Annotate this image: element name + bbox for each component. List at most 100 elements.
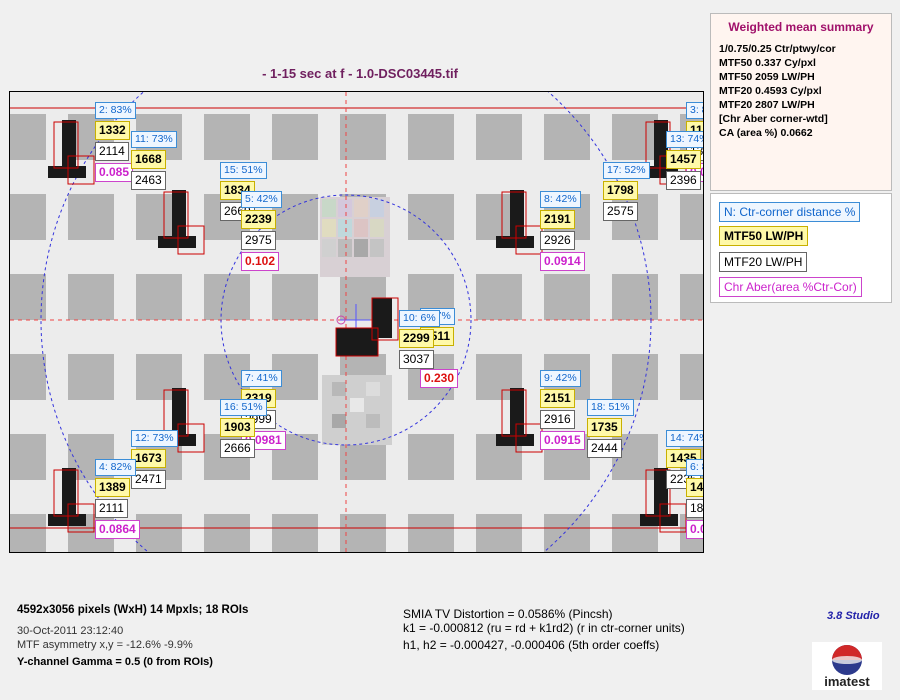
- roi-m50: 2239: [241, 210, 276, 229]
- chart-square: [204, 114, 250, 160]
- roi-m50: 1457: [666, 150, 701, 169]
- chart-square: [10, 354, 46, 400]
- chart-square: [408, 114, 454, 160]
- image-title: - 1-15 sec at f - 1.0-DSC03445.tif: [262, 66, 458, 81]
- roi-ca: 0.0806: [686, 520, 703, 539]
- chart-square: [272, 114, 318, 160]
- chart-square: [204, 514, 250, 552]
- roi-ca: 0.085: [95, 163, 134, 182]
- test-chart-image[interactable]: 2: 83% 1332 2114 0.085 11: 73% 1668 2463 15: 51…: [9, 91, 704, 553]
- gamma-info: Y-channel Gamma = 0.5 (0 from ROIs): [17, 656, 213, 668]
- roi-m20: 2926: [540, 231, 575, 250]
- roi-ca: 0.0914: [540, 252, 585, 271]
- summary-line: MTF20 0.4593 Cy/pxl: [719, 85, 822, 97]
- chart-square: [272, 514, 318, 552]
- roi-n: 5: 42%: [241, 191, 282, 208]
- chart-square: [340, 114, 386, 160]
- roi-m50: 1332: [95, 121, 130, 140]
- chart-square: [680, 194, 703, 240]
- roi-m50: 1673: [131, 449, 166, 468]
- imatest-logo: imatest: [812, 642, 882, 690]
- center-color-patches: [320, 197, 390, 277]
- roi-m20: 2975: [241, 231, 276, 250]
- chart-square: [544, 114, 590, 160]
- svg-text:imatest: imatest: [824, 674, 870, 689]
- roi-m20: 1853: [686, 499, 703, 518]
- weighted-mean-summary-panel: Weighted mean summary 1/0.75/0.25 Ctr/pt…: [710, 13, 892, 191]
- chart-square: [10, 274, 46, 320]
- roi-n: 6: 83%: [686, 459, 703, 476]
- asymmetry-info: MTF asymmetry x,y = -12.6% -9.9%: [17, 639, 193, 651]
- roi-n: 15: 51%: [220, 162, 267, 179]
- roi-m20: 2111: [95, 499, 128, 518]
- roi-m50: 1668: [131, 150, 166, 169]
- chart-square: [680, 354, 703, 400]
- roi-m20: 2396: [666, 171, 701, 190]
- roi-ca: 0.102: [241, 252, 280, 271]
- chart-square: [272, 274, 318, 320]
- version-label: 3.8 Studio: [827, 610, 880, 622]
- roi-n: 14: 74%: [666, 430, 703, 447]
- roi-n: 8: 42%: [540, 191, 581, 208]
- legend-distance: N: Ctr-corner distance %: [719, 202, 861, 222]
- chart-square: [476, 514, 522, 552]
- chart-square: [10, 514, 46, 552]
- roi-m50: 1416: [686, 478, 703, 497]
- roi-m20: 2463: [131, 171, 166, 190]
- roi-n: 7: 41%: [241, 370, 282, 387]
- distortion-info: SMIA TV Distortion = 0.0586% (Pincsh): [403, 607, 613, 621]
- roi-m20: 2471: [131, 470, 166, 489]
- roi-n: 9: 42%: [540, 370, 581, 387]
- roi-n: 10: 6%: [399, 310, 440, 327]
- roi-n: 17: 52%: [603, 162, 650, 179]
- summary-line: CA (area %) 0.0662: [719, 127, 813, 139]
- roi-m50: 2191: [540, 210, 575, 229]
- summary-line: MTF50 0.337 Cy/pxl: [719, 57, 816, 69]
- chart-square: [612, 354, 658, 400]
- chart-square: [10, 114, 46, 160]
- chart-square: [408, 514, 454, 552]
- chart-square: [476, 274, 522, 320]
- chart-square: [136, 514, 182, 552]
- summary-title: Weighted mean summary: [728, 20, 874, 34]
- roi-n: 16: 51%: [220, 399, 267, 416]
- roi-m50: 1735: [587, 418, 622, 437]
- roi-m20: 2575: [603, 202, 638, 221]
- chart-square: [68, 354, 114, 400]
- chart-square: [476, 114, 522, 160]
- chart-square: [10, 434, 46, 480]
- legend-panel: N: Ctr-corner distance % MTF50 LW/PH MTF…: [710, 193, 892, 303]
- roi-m20: 2114: [95, 142, 129, 161]
- roi-m20: 3037: [399, 350, 434, 369]
- roi-ca: 0.230: [420, 369, 459, 388]
- roi-n: 12: 73%: [131, 430, 178, 447]
- roi-m20: 2916: [540, 410, 575, 429]
- roi-n: 3: 84%: [686, 102, 703, 119]
- roi-ca: 0.0915: [540, 431, 585, 450]
- legend-mtf50: MTF50 LW/PH: [719, 226, 809, 246]
- roi-m20: 2666: [220, 439, 255, 458]
- roi-n: 11: 73%: [131, 131, 177, 148]
- roi-m50: 1389: [95, 478, 130, 497]
- roi-n: 4: 82%: [95, 459, 136, 476]
- chart-square: [612, 114, 658, 160]
- pixel-info: 4592x3056 pixels (WxH) 14 Mpxls; 18 ROIs: [17, 604, 249, 616]
- chart-square: [408, 434, 454, 480]
- legend-ca: Chr Aber(area %Ctr-Cor): [719, 277, 862, 297]
- chart-square: [10, 194, 46, 240]
- chart-square: [68, 274, 114, 320]
- legend-mtf20: MTF20 LW/PH: [719, 252, 808, 272]
- chart-square: [68, 194, 114, 240]
- date-info: 30-Oct-2011 23:12:40: [17, 625, 124, 637]
- roi-n: 13: 74%: [666, 131, 703, 148]
- summary-line: 1/0.75/0.25 Ctr/ptwy/cor: [719, 43, 836, 55]
- chart-square: [408, 194, 454, 240]
- roi-m50: 1798: [603, 181, 638, 200]
- chart-square: [136, 274, 182, 320]
- roi-m20: 2444: [587, 439, 622, 458]
- center-gray-patches: [322, 375, 392, 445]
- roi-m50: 2299: [399, 329, 434, 348]
- summary-line: [Chr Aber corner-wtd]: [719, 113, 828, 125]
- roi-m50: 1903: [220, 418, 255, 437]
- chart-square: [544, 274, 590, 320]
